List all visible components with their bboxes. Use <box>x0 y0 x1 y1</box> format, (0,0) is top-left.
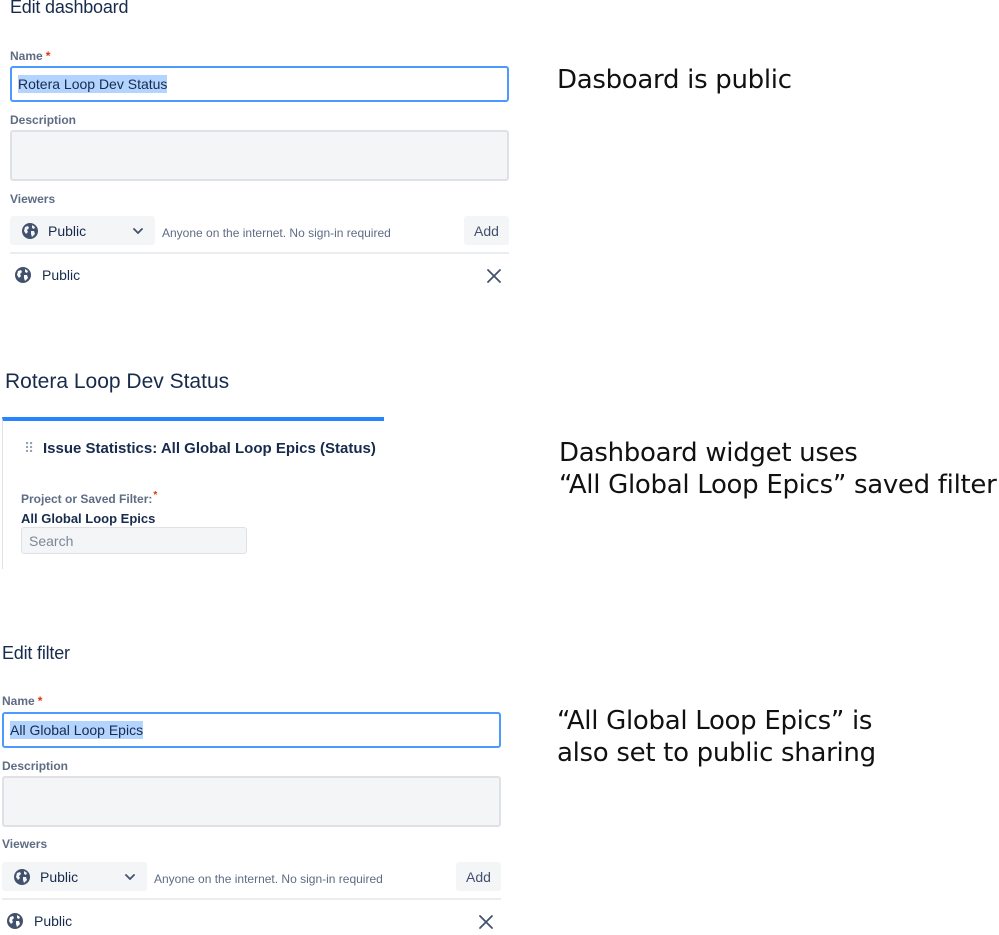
chevron-down-icon <box>133 227 143 234</box>
widget-heading: Issue Statistics: All Global Loop Epics … <box>43 440 376 457</box>
dashboard-add-viewer-button[interactable]: Add <box>464 216 509 245</box>
annotation-widget-uses-filter: Dashboard widget uses “All Global Loop E… <box>559 437 997 501</box>
filter-viewers-label: Viewers <box>2 837 48 851</box>
divider <box>2 898 501 900</box>
dashboard-viewer-entry: Public <box>14 266 80 284</box>
filter-description-label: Description <box>2 759 69 773</box>
filter-name-value: All Global Loop Epics <box>10 721 144 739</box>
required-mark: * <box>153 490 158 501</box>
filter-viewers-select-value: Public <box>40 868 79 885</box>
close-icon[interactable] <box>486 268 502 289</box>
filter-viewers-hint: Anyone on the internet. No sign-in requi… <box>154 872 383 886</box>
dashboard-name-value: Rotera Loop Dev Status <box>18 75 168 93</box>
filter-form-title: Edit filter <box>2 643 70 663</box>
dashboard-title: Rotera Loop Dev Status <box>5 370 230 393</box>
divider <box>10 252 509 254</box>
annotation-filter-public: “All Global Loop Epics” is also set to p… <box>557 705 876 769</box>
annotation-line: “All Global Loop Epics” saved filter <box>559 470 997 500</box>
annotation-dashboard-public: Dasboard is public <box>557 65 792 95</box>
filter-description-field[interactable] <box>2 776 501 827</box>
required-mark: * <box>37 694 43 708</box>
globe-icon <box>14 266 32 284</box>
chevron-down-icon <box>125 873 135 880</box>
annotation-line: “All Global Loop Epics” is <box>557 706 873 736</box>
widget-search-placeholder: Search <box>29 532 74 549</box>
dashboard-viewers-select[interactable]: Public <box>10 216 155 245</box>
required-mark: * <box>45 49 51 63</box>
dashboard-viewers-label: Viewers <box>10 192 56 206</box>
widget-filter-label: Project or Saved Filter:* <box>21 490 158 506</box>
drag-handle-icon[interactable]: ⠿ <box>24 440 34 457</box>
globe-icon <box>21 222 39 240</box>
globe-icon <box>6 912 24 930</box>
close-icon[interactable] <box>478 914 494 935</box>
filter-add-viewer-button[interactable]: Add <box>456 862 501 891</box>
widget-filter-value: All Global Loop Epics <box>21 511 156 526</box>
filter-viewers-select[interactable]: Public <box>2 862 147 891</box>
dashboard-form-title: Edit dashboard <box>10 0 129 17</box>
annotation-line: Dashboard widget uses <box>559 438 858 468</box>
dashboard-description-field[interactable] <box>10 130 509 181</box>
widget-search-input[interactable]: Search <box>21 527 247 554</box>
dashboard-description-label: Description <box>10 113 77 127</box>
dashboard-name-label: Name * <box>10 49 51 63</box>
filter-viewer-entry: Public <box>6 912 72 930</box>
filter-name-input[interactable]: All Global Loop Epics <box>2 712 501 748</box>
filter-viewer-entry-label: Public <box>34 913 73 929</box>
dashboard-viewers-hint: Anyone on the internet. No sign-in requi… <box>162 226 391 240</box>
globe-icon <box>13 868 31 886</box>
dashboard-viewers-select-value: Public <box>48 222 87 239</box>
dashboard-viewer-entry-label: Public <box>42 267 81 283</box>
dashboard-name-input[interactable]: Rotera Loop Dev Status <box>10 66 509 102</box>
filter-name-label: Name * <box>2 694 43 708</box>
annotation-line: also set to public sharing <box>557 738 876 768</box>
